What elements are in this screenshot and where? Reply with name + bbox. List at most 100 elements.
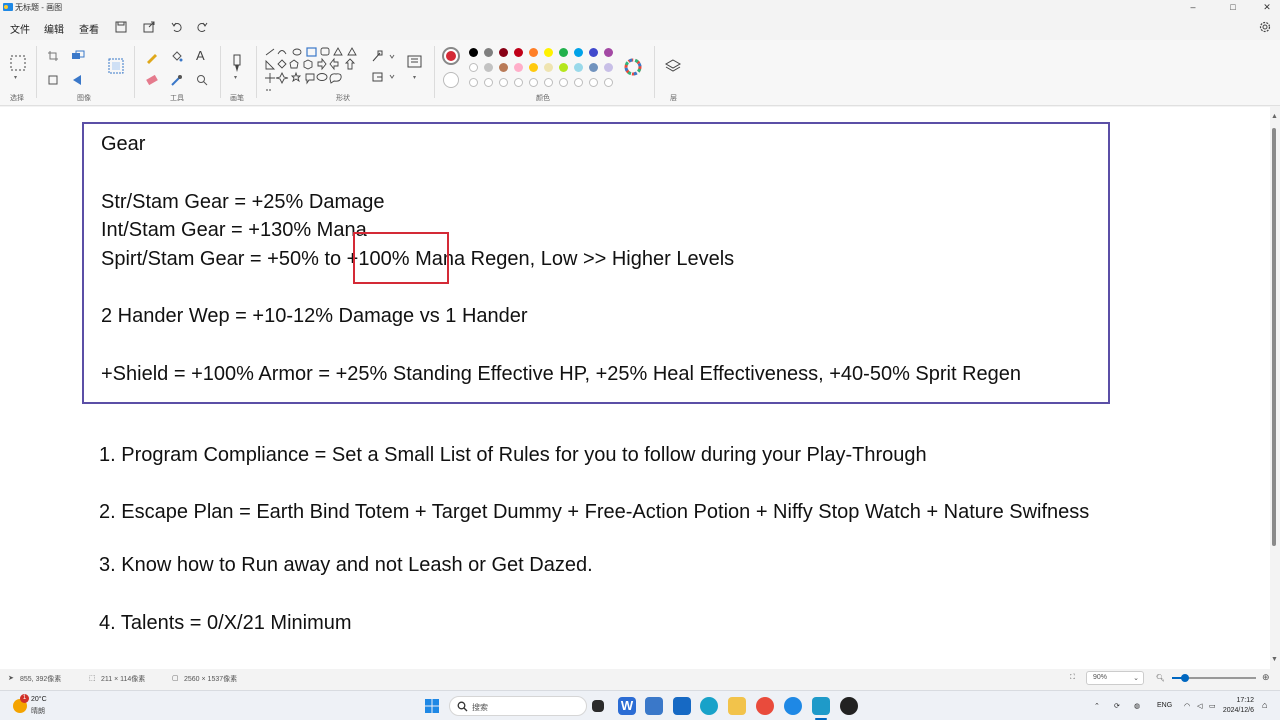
- menu-view[interactable]: 查看: [79, 21, 99, 36]
- brush-dropdown-icon[interactable]: ▾: [234, 74, 237, 81]
- color-swatch[interactable]: [514, 63, 523, 72]
- brush-icon[interactable]: [230, 54, 244, 74]
- color-swatch[interactable]: [559, 63, 568, 72]
- custom-color-slot[interactable]: [559, 78, 568, 87]
- custom-color-slot[interactable]: [469, 78, 478, 87]
- undo-icon[interactable]: [170, 20, 184, 34]
- wifi-icon[interactable]: ◠: [1184, 702, 1190, 710]
- fit-to-window-icon[interactable]: ⛶: [1070, 674, 1075, 682]
- redo-icon[interactable]: [195, 20, 209, 34]
- paint-taskbar-icon[interactable]: [812, 697, 830, 715]
- edge-browser-icon[interactable]: [700, 697, 718, 715]
- pencil-icon[interactable]: [145, 50, 159, 64]
- vertical-scrollbar[interactable]: [1272, 128, 1276, 546]
- group-label-tools: 工具: [170, 95, 184, 102]
- zoom-slider-thumb[interactable]: [1180, 674, 1189, 682]
- color-swatch[interactable]: [529, 63, 538, 72]
- menu-edit[interactable]: 编辑: [44, 21, 64, 36]
- eraser-icon[interactable]: [145, 74, 159, 86]
- mail-app-icon[interactable]: [645, 697, 663, 715]
- custom-color-slot[interactable]: [484, 78, 493, 87]
- custom-color-slot[interactable]: [604, 78, 613, 87]
- color-swatch[interactable]: [469, 63, 478, 72]
- battery-icon[interactable]: ▭: [1209, 702, 1216, 710]
- color-swatch[interactable]: [574, 63, 583, 72]
- red-selection-rectangle[interactable]: [353, 232, 449, 284]
- zoom-dropdown[interactable]: 90% ⌄: [1086, 671, 1144, 685]
- shape-options-icon[interactable]: [406, 54, 424, 70]
- crop-icon[interactable]: [47, 50, 59, 62]
- color-picker-icon[interactable]: [170, 74, 184, 86]
- select-dropdown-icon[interactable]: ▾: [14, 74, 17, 81]
- color-swatch[interactable]: [604, 48, 613, 57]
- file-explorer-icon[interactable]: [728, 697, 746, 715]
- tray-app-icon[interactable]: ◍: [1134, 702, 1140, 710]
- shape-options-dropdown-icon[interactable]: ▾: [413, 74, 416, 81]
- color-swatch[interactable]: [574, 48, 583, 57]
- taskbar-clock[interactable]: 17:12 2024/12/6: [1220, 696, 1254, 716]
- shapes-gallery[interactable]: [264, 46, 362, 92]
- resize-icon[interactable]: [71, 50, 85, 62]
- color-swatch[interactable]: [484, 48, 493, 57]
- fill-style-icon[interactable]: [370, 70, 398, 84]
- color-swatch[interactable]: [544, 48, 553, 57]
- weather-temperature: 20°C: [31, 696, 47, 703]
- chrome-browser-icon[interactable]: [756, 697, 774, 715]
- custom-color-slot[interactable]: [544, 78, 553, 87]
- color-swatch[interactable]: [499, 63, 508, 72]
- rotate-icon[interactable]: [47, 74, 59, 86]
- volume-icon[interactable]: ◁: [1197, 702, 1202, 710]
- media-app-icon[interactable]: [673, 697, 691, 715]
- task-view-icon[interactable]: [592, 700, 604, 712]
- windows-start-icon[interactable]: [423, 697, 441, 715]
- search-placeholder: 搜索: [472, 703, 488, 712]
- custom-color-slot[interactable]: [589, 78, 598, 87]
- custom-color-slot[interactable]: [529, 78, 538, 87]
- select-rectangle-icon[interactable]: [9, 54, 27, 72]
- notification-bell-icon[interactable]: ⌂: [1262, 700, 1267, 710]
- image-properties-icon[interactable]: [108, 58, 124, 74]
- maximize-button[interactable]: □: [1220, 0, 1246, 14]
- custom-color-slot[interactable]: [499, 78, 508, 87]
- color-swatch[interactable]: [589, 63, 598, 72]
- settings-gear-icon[interactable]: [1258, 20, 1272, 34]
- magnifier-icon[interactable]: [196, 74, 208, 86]
- color-swatch[interactable]: [499, 48, 508, 57]
- language-indicator[interactable]: ENG: [1157, 702, 1172, 709]
- custom-color-slot[interactable]: [514, 78, 523, 87]
- primary-color-button[interactable]: [442, 47, 460, 65]
- color-swatch[interactable]: [469, 48, 478, 57]
- tray-chevron-icon[interactable]: ⌃: [1094, 702, 1100, 710]
- recorder-app-icon[interactable]: [840, 697, 858, 715]
- outline-style-icon[interactable]: [370, 50, 398, 64]
- color-swatch[interactable]: [559, 48, 568, 57]
- taskbar-search[interactable]: 搜索: [449, 696, 587, 716]
- color-swatch[interactable]: [604, 63, 613, 72]
- clock-date: 2024/12/6: [1222, 707, 1254, 714]
- zoom-out-icon[interactable]: 🔍︎: [1156, 674, 1165, 682]
- close-button[interactable]: ✕: [1254, 0, 1280, 14]
- color-swatch[interactable]: [529, 48, 538, 57]
- minimize-button[interactable]: –: [1180, 0, 1206, 14]
- drawing-canvas[interactable]: Gear Str/Stam Gear = +25% Damage Int/Sta…: [0, 107, 1270, 669]
- share-icon[interactable]: [142, 20, 156, 34]
- word-app-icon[interactable]: W: [618, 697, 636, 715]
- edit-colors-icon[interactable]: [624, 58, 642, 76]
- text-tool-icon[interactable]: A: [196, 48, 205, 63]
- secondary-color-button[interactable]: [443, 72, 459, 88]
- tray-app-icon[interactable]: ⟳: [1114, 702, 1120, 710]
- color-swatch[interactable]: [589, 48, 598, 57]
- app-icon[interactable]: [784, 697, 802, 715]
- layers-icon[interactable]: [664, 58, 682, 74]
- menu-file[interactable]: 文件: [10, 21, 30, 36]
- scroll-up-arrow[interactable]: ▲: [1271, 113, 1278, 120]
- zoom-in-icon[interactable]: ⊕: [1262, 672, 1270, 683]
- color-swatch[interactable]: [484, 63, 493, 72]
- color-swatch[interactable]: [514, 48, 523, 57]
- flip-icon[interactable]: [71, 74, 85, 86]
- save-icon[interactable]: [114, 20, 128, 34]
- color-swatch[interactable]: [544, 63, 553, 72]
- custom-color-slot[interactable]: [574, 78, 583, 87]
- scroll-down-arrow[interactable]: ▼: [1271, 656, 1278, 663]
- fill-bucket-icon[interactable]: [170, 50, 184, 64]
